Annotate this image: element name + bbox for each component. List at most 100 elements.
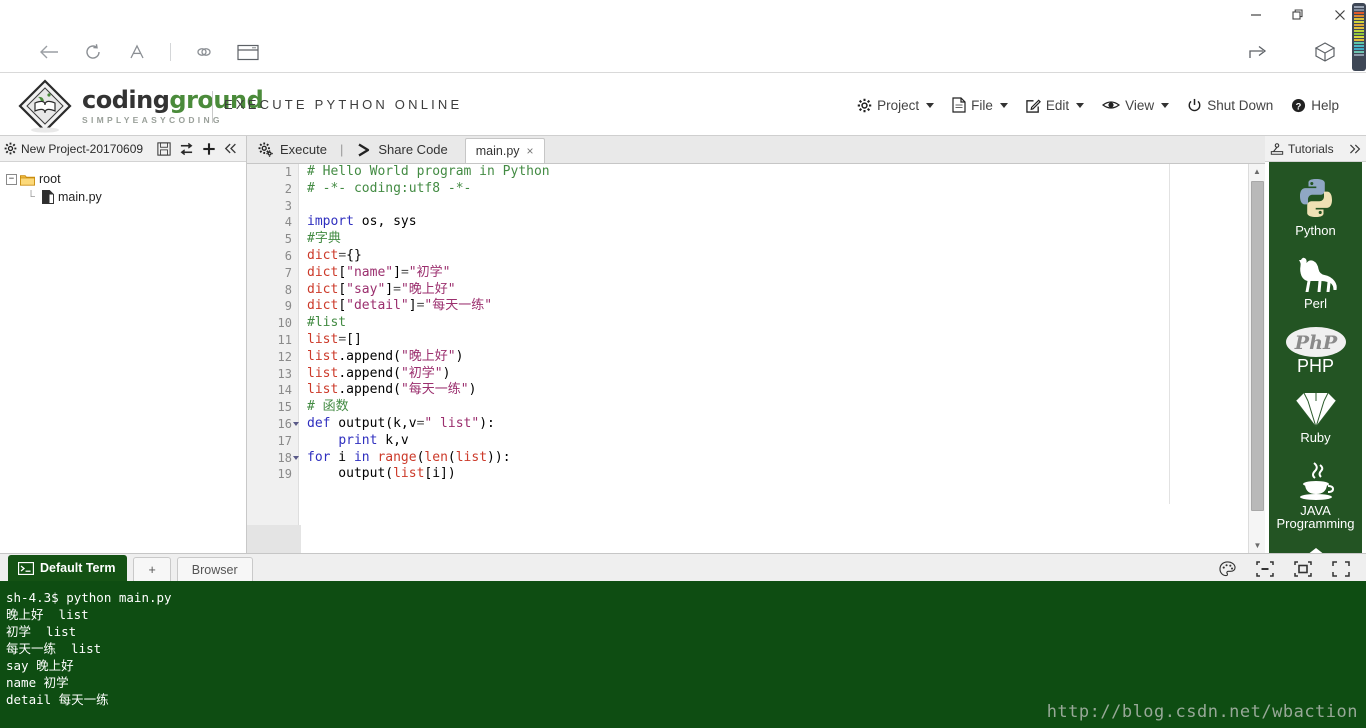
code-token: [ — [338, 264, 347, 280]
project-sidebar: New Project-20170609 − root └ main.py — [0, 136, 247, 553]
add-icon[interactable] — [202, 142, 216, 156]
tutorial-label-ruby: Ruby — [1300, 430, 1331, 445]
code-token: [i]) — [424, 466, 456, 482]
line-number: 12 — [277, 349, 292, 364]
terminal-icon — [18, 561, 34, 575]
scrollbar-thumb[interactable] — [1251, 181, 1264, 511]
menu-label-edit: Edit — [1045, 97, 1070, 113]
code-line: list=[] — [307, 332, 1167, 349]
scroll-down-arrow-icon[interactable]: ▼ — [1249, 538, 1266, 553]
back-arrow-icon[interactable] — [32, 35, 66, 69]
refresh-icon[interactable] — [179, 142, 194, 156]
chevron-double-right-icon[interactable] — [1348, 143, 1361, 155]
code-token: import — [307, 214, 354, 230]
window-icon[interactable] — [231, 35, 265, 69]
execute-label: Execute — [280, 142, 327, 157]
line-number: 17 — [277, 433, 292, 448]
svg-text:PhP: PhP — [1293, 332, 1337, 354]
ruby-gem-icon — [1292, 389, 1340, 429]
tutorial-item-java[interactable]: JAVA Programming — [1269, 460, 1362, 530]
file-tree: − root └ main.py — [0, 162, 246, 206]
code-line: # Hello World program in Python — [307, 164, 1167, 181]
link-icon[interactable] — [187, 35, 221, 69]
tree-row-root[interactable]: − root — [6, 170, 246, 188]
editor-toolbar: Execute | Share Code main.py × — [247, 136, 1265, 164]
share-icon[interactable] — [1242, 35, 1276, 69]
menu-item-project[interactable]: Project — [848, 94, 943, 117]
fullscreen-icon[interactable] — [1332, 561, 1350, 577]
document-icon — [952, 97, 966, 113]
line-number: 10 — [277, 316, 292, 331]
code-line: dict["detail"]="每天一练" — [307, 298, 1167, 315]
palette-icon[interactable] — [1219, 561, 1236, 577]
code-token: for — [307, 449, 331, 465]
terminal-tab-browser[interactable]: Browser — [176, 557, 253, 581]
menu-item-edit[interactable]: Edit — [1017, 94, 1093, 117]
tutorial-item-next-partial[interactable] — [1269, 546, 1362, 553]
tutorial-item-php[interactable]: PhP PHP — [1269, 326, 1362, 375]
menu-item-view[interactable]: View — [1093, 94, 1178, 117]
reload-icon[interactable] — [76, 35, 110, 69]
restore-icon[interactable] — [1294, 561, 1312, 577]
tutorial-item-python[interactable]: Python — [1269, 174, 1362, 237]
minimize-icon[interactable] — [1248, 7, 1264, 23]
tutorial-item-perl[interactable]: Perl — [1269, 253, 1362, 310]
gutter-bottom-strip — [247, 525, 301, 553]
scroll-up-arrow-icon[interactable]: ▲ — [1249, 164, 1265, 179]
terminal-tab-default-term[interactable]: Default Term — [8, 555, 128, 581]
code-token: ] — [385, 281, 394, 297]
tree-expand-toggle[interactable]: − — [6, 173, 17, 185]
line-number: 18 — [247, 450, 299, 467]
app-header: codingground SIMPLYEASYCODING EXECUTE PY… — [0, 72, 1366, 136]
share-code-button[interactable]: Share Code — [345, 136, 458, 163]
tutorial-label-java: JAVA Programming — [1276, 503, 1355, 531]
line-number: 19 — [277, 467, 292, 482]
code-line: list.append("每天一练") — [307, 382, 1167, 399]
terminal-tabbar: Default Term + Browser — [0, 553, 1366, 583]
code-editor[interactable]: 1 2 3 4 5 6 7 8 9 10 11 12 13 14 15 16 17 18 19 # Hello Wo… — [247, 164, 1265, 553]
logo-subtitle: SIMPLYEASYCODING — [82, 114, 223, 125]
code-token: = — [393, 281, 401, 297]
code-token: ) — [468, 382, 477, 398]
editor-scrollbar[interactable]: ▲ ▼ — [1248, 164, 1265, 553]
menu-item-help[interactable]: ? Help — [1282, 94, 1348, 117]
collapse-icon[interactable] — [224, 142, 238, 155]
code-token: list — [307, 365, 339, 381]
page-title: EXECUTE PYTHON ONLINE — [224, 97, 463, 112]
save-icon[interactable] — [157, 141, 171, 156]
code-line: list.append("晚上好") — [307, 349, 1167, 366]
eye-icon — [1102, 99, 1121, 111]
code-token: = — [400, 264, 409, 280]
menu-label-shutdown: Shut Down — [1207, 97, 1274, 113]
minimize-icon[interactable] — [1256, 561, 1274, 577]
question-circle-icon: ? — [1291, 98, 1306, 113]
editor-tab-main-py[interactable]: main.py × — [464, 138, 545, 163]
code-token: " list" — [424, 415, 480, 431]
code-line: # -*- coding:utf8 -*- — [307, 181, 1167, 198]
terminal-add-tab-button[interactable]: + — [133, 557, 171, 581]
maximize-icon[interactable] — [1290, 7, 1306, 23]
tutorial-item-ruby[interactable]: Ruby — [1269, 389, 1362, 444]
code-token: .append( — [338, 348, 401, 364]
code-line: list.append("初学") — [307, 366, 1167, 383]
close-icon[interactable] — [1332, 7, 1348, 23]
execute-button[interactable]: Execute — [247, 136, 338, 163]
menu-item-shutdown[interactable]: Shut Down — [1178, 94, 1282, 117]
code-token: k,v — [377, 432, 409, 448]
menu-item-file[interactable]: File — [943, 93, 1017, 117]
menu-label-project: Project — [877, 97, 920, 113]
close-icon[interactable]: × — [527, 144, 534, 158]
line-number: 13 — [277, 366, 292, 381]
gear-icon — [4, 142, 17, 155]
terminal-line: 每天一练 list — [6, 641, 102, 656]
main-menu: Project File Edit View Shut Down ? Help — [848, 73, 1348, 137]
code-token: [ — [338, 281, 347, 297]
toolbar-separator: | — [339, 142, 344, 157]
tree-row-main-py[interactable]: └ main.py — [6, 188, 246, 206]
tutorials-sidebar: Tutorials Python Perl PhP PHP Ruby JAVA … — [1265, 136, 1366, 553]
font-size-icon[interactable] — [120, 35, 154, 69]
code-content[interactable]: # Hello World program in Python # -*- cod… — [307, 164, 1167, 553]
code-token: # Hello World program in Python — [307, 164, 550, 179]
code-token: output( — [307, 466, 394, 482]
cube-icon[interactable] — [1308, 35, 1342, 69]
